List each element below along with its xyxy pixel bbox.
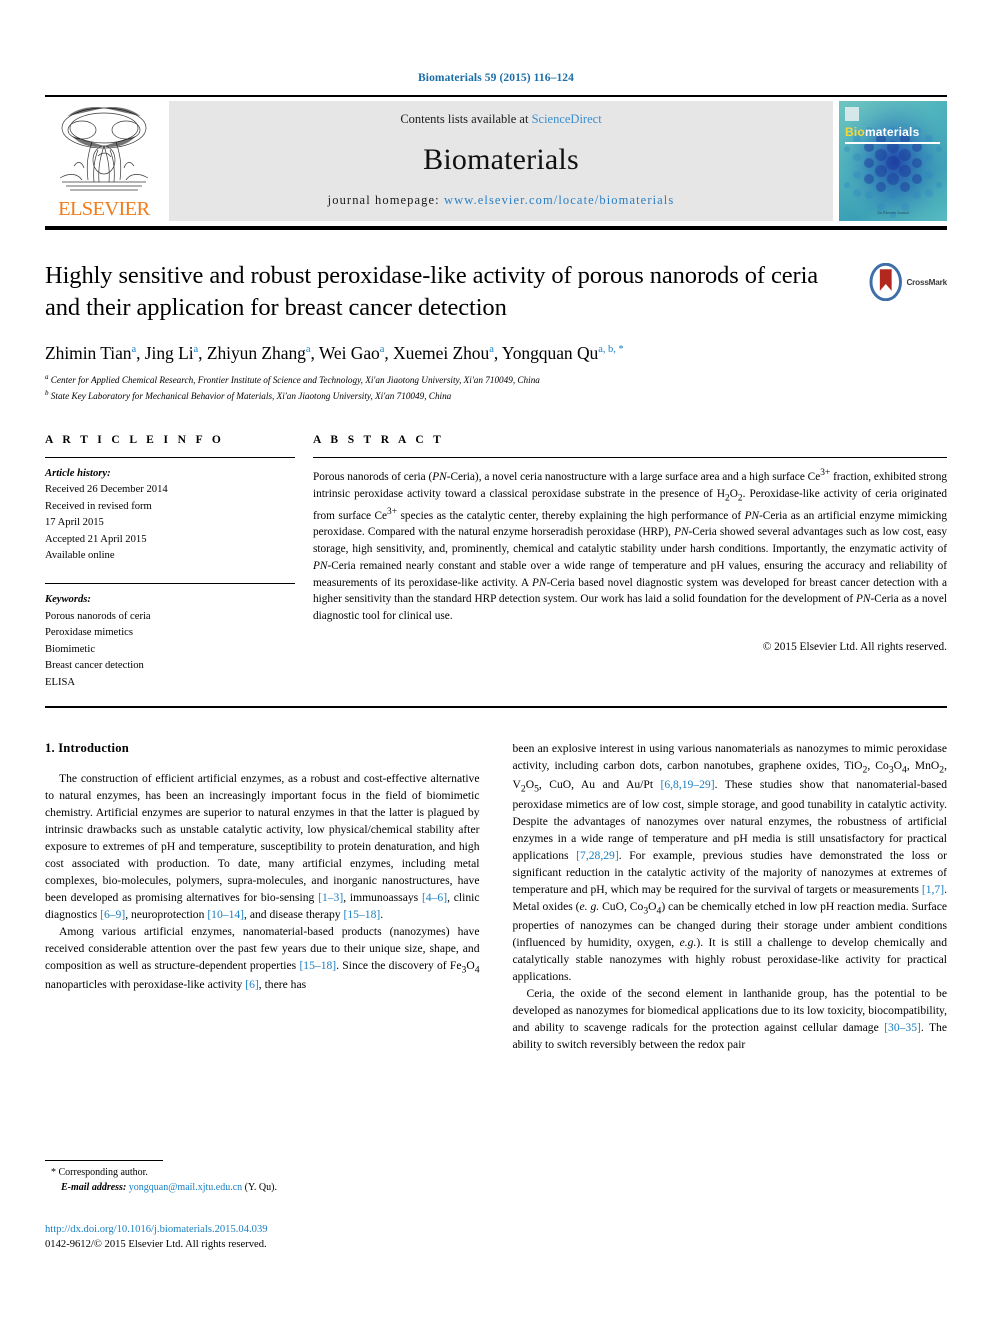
cover-title-first: Bio [845,125,865,139]
keywords-label: Keywords: [45,594,91,606]
article-page: Biomaterials 59 (2015) 116–124 ELSEVIER … [0,0,992,1323]
author: Xuemei Zhoua, [393,343,502,364]
citation-link[interactable]: [6–9] [100,908,125,921]
affiliation: a Center for Applied Chemical Research, … [45,372,947,388]
history-item: 17 April 2015 [45,517,104,529]
author: Jing Lia, [144,343,207,364]
corresponding-author-footnote: * Corresponding author. E-mail address: … [45,1160,475,1195]
cover-publisher-mark [845,107,859,121]
citation-link[interactable]: [15–18] [344,908,381,921]
journal-masthead: ELSEVIER Contents lists available at Sci… [45,95,947,230]
abstract-copyright: © 2015 Elsevier Ltd. All rights reserved… [762,640,947,653]
affiliation-mark: b [45,388,49,397]
citation-link[interactable]: [7,28,29] [576,849,619,862]
author: Yongquan Qua, b, * [501,343,624,364]
body-column-left: 1. Introduction The construction of effi… [45,741,480,1054]
citation-link[interactable]: [6,8,19–29] [660,778,714,791]
elsevier-tree-icon [59,107,149,191]
keyword-item: Biomimetic [45,643,96,655]
running-head: Biomaterials 59 (2015) 116–124 [418,72,574,84]
article-info-heading: A R T I C L E I N F O [45,434,225,447]
article-history-label: Article history: [45,468,111,480]
cover-footer-text: An Elsevier Journal [877,210,909,215]
page-title: Highly sensitive and robust peroxidase-l… [45,262,819,321]
masthead-center: Contents lists available at ScienceDirec… [169,101,833,221]
body-columns: 1. Introduction The construction of effi… [45,741,947,1054]
citation-link[interactable]: [10–14] [207,908,244,921]
title-block: CrossMark Highly sensitive and robust pe… [45,260,947,404]
email-label: E-mail address: [61,1182,127,1193]
footnote-divider [45,1160,163,1161]
abstract-column: A B S T R A C T Porous nanorods of ceria… [313,434,947,691]
article-history: Article history: Received 26 December 20… [45,458,295,564]
keyword-item: Breast cancer detection [45,660,144,672]
author: Wei Gaoa, [318,343,394,364]
keyword-item: Porous nanorods of ceria [45,610,151,622]
cover-rule [845,142,940,144]
citation-link[interactable]: [15–18] [299,959,336,972]
paragraph: Ceria, the oxide of the second element i… [512,987,948,1052]
corresponding-author-line: * Corresponding author. [51,1167,148,1178]
body-column-right: been an explosive interest in using vari… [513,741,948,1054]
email-owner: (Y. Qu). [244,1182,277,1193]
section-heading-introduction: 1. Introduction [45,740,129,755]
doi-link[interactable]: http://dx.doi.org/10.1016/j.biomaterials… [45,1222,545,1237]
author: Zhimin Tiana, [45,343,145,364]
contents-prefix: Contents lists available at [400,112,532,126]
contents-available-line: Contents lists available at ScienceDirec… [400,112,601,127]
sciencedirect-link[interactable]: ScienceDirect [532,112,602,126]
history-item: Received 26 December 2014 [45,484,168,496]
issn-copyright-line: 0142-9612/© 2015 Elsevier Ltd. All right… [45,1239,267,1251]
email-link[interactable]: yongquan@mail.xjtu.edu.cn [129,1182,242,1193]
history-item: Available online [45,550,115,562]
page-footer: http://dx.doi.org/10.1016/j.biomaterials… [45,1222,545,1253]
cover-title: Biomaterials [845,125,919,139]
journal-homepage-line: journal homepage: www.elsevier.com/locat… [328,193,675,208]
journal-title: Biomaterials [423,143,579,176]
citation-link[interactable]: [30–35] [884,1021,921,1034]
keyword-item: Peroxidase mimetics [45,627,133,639]
email-line: E-mail address: yongquan@mail.xjtu.edu.c… [45,1180,475,1195]
author: Zhiyun Zhanga, [206,343,319,364]
crossmark-icon [869,263,902,301]
keywords-group: Keywords: Porous nanorods of ceria Perox… [45,583,295,690]
abstract-heading: A B S T R A C T [313,434,445,447]
keyword-item: ELISA [45,676,76,688]
elsevier-logo: ELSEVIER [45,101,163,221]
paragraph: been an explosive interest in using vari… [512,741,948,984]
history-item: Accepted 21 April 2015 [45,533,147,545]
affiliation-text: State Key Laboratory for Mechanical Beha… [50,391,452,402]
crossmark-label: CrossMark [906,277,947,287]
citation-link[interactable]: [1,7] [922,883,944,896]
section-divider [45,705,947,708]
citation-link[interactable]: [1–3] [318,891,343,904]
affiliation-text: Center for Applied Chemical Research, Fr… [50,375,540,385]
info-abstract-section: A R T I C L E I N F O Article history: R… [45,434,947,691]
elsevier-wordmark: ELSEVIER [58,198,150,220]
author-list: Zhimin Tiana, Jing Lia, Zhiyun Zhanga, W… [45,342,947,365]
affiliation: b State Key Laboratory for Mechanical Be… [45,388,947,404]
author-affil-mark: a, b, * [598,344,624,356]
article-info-column: A R T I C L E I N F O Article history: R… [45,434,313,691]
abstract-text: Porous nanorods of ceria (PN-Ceria), a n… [313,468,947,623]
citation-link[interactable]: [6] [245,978,259,991]
affiliation-mark: a [45,372,49,381]
crossmark-badge[interactable]: CrossMark [869,262,947,302]
cover-title-rest: materials [864,125,920,139]
history-item: Received in revised form [45,500,152,512]
homepage-link[interactable]: www.elsevier.com/locate/biomaterials [444,193,674,207]
journal-cover-thumbnail: Biomaterials An Elsevier Journal [839,101,947,221]
paragraph: Among various artificial enzymes, nanoma… [45,924,480,992]
citation-link[interactable]: [4–6] [422,891,447,904]
paragraph: The construction of efficient artificial… [45,771,480,921]
homepage-prefix: journal homepage: [327,193,444,207]
